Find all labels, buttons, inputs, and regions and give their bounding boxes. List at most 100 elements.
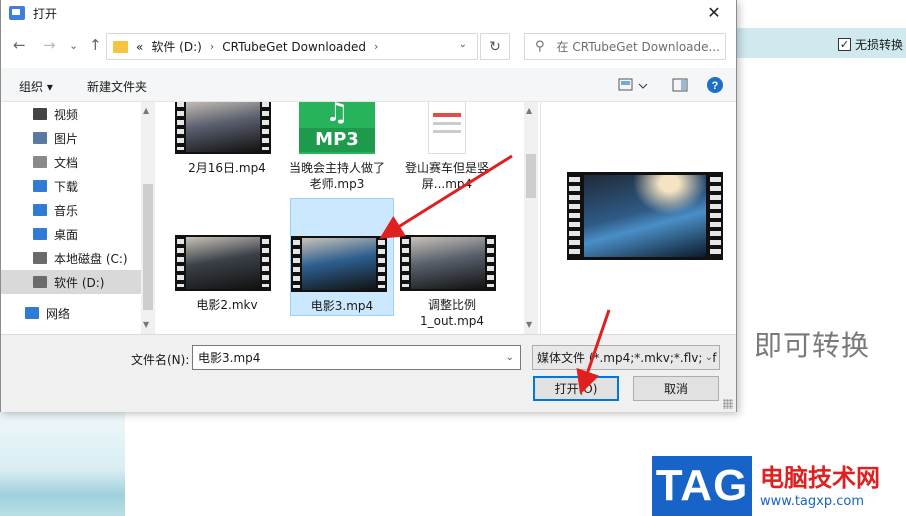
file-list-scroll-thumb[interactable] xyxy=(526,154,536,198)
file-item[interactable]: ♫ MP3 当晚会主持人做了老师.mp3 xyxy=(285,102,389,206)
sidebar-item[interactable]: 桌面 xyxy=(1,222,141,246)
file-type-filter[interactable]: 媒体文件 (*.mp4;*.mkv;*.flv;*.f ⌄ xyxy=(532,345,720,370)
chevron-down-icon[interactable]: ⌄ xyxy=(702,352,713,363)
file-item[interactable]: 登山赛车但是竖屏...mp4 xyxy=(395,102,499,206)
sidebar-item[interactable]: 图片 xyxy=(1,126,141,150)
chevron-down-icon[interactable]: ⌄ xyxy=(506,352,514,363)
image-file-icon xyxy=(428,102,466,154)
dialog-footer: 文件名(N): 电影3.mp4 ⌄ 媒体文件 (*.mp4;*.mkv;*.fl… xyxy=(1,334,736,412)
preview-video-thumbnail xyxy=(567,172,723,260)
video-thumbnail-icon xyxy=(175,235,279,291)
file-type-filter-value: 媒体文件 (*.mp4;*.mkv;*.flv;*.f xyxy=(537,351,717,365)
watermark-text: 电脑技术网 www.tagxp.com xyxy=(752,456,906,516)
scroll-up-icon[interactable]: ▲ xyxy=(526,106,532,115)
file-name: 电影3.mp4 xyxy=(310,299,374,313)
sidebar-item-label: 软件 (D:) xyxy=(54,275,105,290)
chevron-down-icon[interactable]: ⌄ xyxy=(459,39,467,50)
address-bar[interactable]: « 软件 (D:) › CRTubeGet Downloaded › ⌄ xyxy=(106,33,478,60)
file-list: 2月16日.mp4 ♫ MP3 当晚会主持人做了老师.mp3 登山赛车但是竖屏...mp… xyxy=(157,102,540,334)
search-placeholder: 在 CRTubeGet Downloade... xyxy=(556,40,720,54)
search-box[interactable]: ⚲ 在 CRTubeGet Downloade... xyxy=(524,33,726,60)
file-name: 调整比例1_out.mp4 xyxy=(419,298,485,328)
music-icon xyxy=(33,204,47,216)
chevron-right-icon[interactable]: › xyxy=(374,40,378,53)
video-thumbnail-icon xyxy=(175,102,279,154)
filename-value[interactable]: 电影3.mp4 xyxy=(198,349,260,366)
breadcrumb-drive[interactable]: 软件 (D:) xyxy=(151,38,201,55)
sidebar-item[interactable]: 本地磁盘 (C:) xyxy=(1,246,141,270)
file-name: 2月16日.mp4 xyxy=(188,161,266,175)
background-image-strip xyxy=(0,412,125,516)
preview-pane-icon[interactable] xyxy=(672,78,688,95)
file-item[interactable]: 电影3.mp4 xyxy=(290,198,394,316)
file-name: 登山赛车但是竖屏...mp4 xyxy=(404,161,489,191)
command-toolbar: 组织 ▾ 新建文件夹 ? xyxy=(1,68,736,102)
file-item[interactable]: 调整比例1_out.mp4 xyxy=(400,198,504,328)
svg-text:?: ? xyxy=(712,80,719,92)
sidebar-item[interactable]: 软件 (D:) xyxy=(1,270,141,294)
filename-label: 文件名(N): xyxy=(131,353,190,367)
organize-label: 组织 xyxy=(19,80,44,94)
picture-icon xyxy=(33,132,47,144)
audio-file-icon: ♫ MP3 xyxy=(299,102,375,154)
recent-locations-icon[interactable]: ⌄ xyxy=(69,39,78,52)
navigation-bar: ← → ⌄ ↑ « 软件 (D:) › CRTubeGet Downloaded… xyxy=(1,26,736,68)
sidebar-item[interactable]: 文档 xyxy=(1,150,141,174)
sidebar-item[interactable]: 下载 xyxy=(1,174,141,198)
watermark-logo: TAG 电脑技术网 www.tagxp.com xyxy=(652,456,906,516)
sidebar-item-label: 视频 xyxy=(54,107,79,122)
sidebar-item-label: 图片 xyxy=(54,131,79,146)
scroll-up-icon[interactable]: ▲ xyxy=(143,106,149,115)
forward-arrow-icon[interactable]: → xyxy=(43,36,56,54)
file-name: 电影2.mkv xyxy=(196,298,258,312)
document-icon xyxy=(33,156,47,168)
breadcrumb-overflow[interactable]: « xyxy=(136,40,143,54)
network-icon xyxy=(25,307,39,319)
close-icon[interactable]: ✕ xyxy=(696,0,732,24)
organize-button[interactable]: 组织 ▾ xyxy=(19,78,53,95)
scroll-down-icon[interactable]: ▼ xyxy=(526,320,532,329)
watermark-brand: TAG xyxy=(652,456,752,516)
up-arrow-icon[interactable]: ↑ xyxy=(89,36,102,54)
breadcrumb-folder[interactable]: CRTubeGet Downloaded xyxy=(222,40,366,54)
sidebar-item-label: 桌面 xyxy=(54,227,79,242)
sidebar-item[interactable]: 视频 xyxy=(1,102,141,126)
sidebar-item[interactable]: 网络 xyxy=(1,301,141,325)
navigation-pane: 视频图片文档下载 音乐桌面本地磁盘 (C:) 软件 (D:) 网络 ▲ ▼ xyxy=(1,102,157,334)
back-arrow-icon[interactable]: ← xyxy=(13,36,26,54)
file-list-scrollbar[interactable]: ▲ ▼ xyxy=(524,102,538,334)
download-icon xyxy=(33,180,47,192)
video-thumbnail-icon xyxy=(400,235,504,291)
checkbox-label: 无损转换 xyxy=(855,38,904,52)
file-item[interactable]: 2月16日.mp4 xyxy=(175,102,279,206)
cancel-button[interactable]: 取消 xyxy=(633,376,719,401)
refresh-icon[interactable]: ↻ xyxy=(480,33,510,60)
lossless-convert-checkbox[interactable]: ✓ 无损转换 xyxy=(838,36,903,53)
dialog-title: 打开 xyxy=(33,6,58,21)
view-options-icon[interactable] xyxy=(618,78,648,95)
sidebar-scroll-thumb[interactable] xyxy=(143,184,153,310)
checkbox-box[interactable]: ✓ xyxy=(838,38,851,51)
sidebar-item-label: 文档 xyxy=(54,155,79,170)
convert-hint-text: 即可转换 xyxy=(754,329,871,362)
filename-input[interactable]: 电影3.mp4 ⌄ xyxy=(192,345,521,370)
open-button[interactable]: 打开(O) xyxy=(533,376,619,401)
app-icon xyxy=(9,6,25,20)
drive-icon xyxy=(33,276,47,288)
desktop-icon xyxy=(33,228,47,240)
drive-icon xyxy=(33,252,47,264)
help-icon[interactable]: ? xyxy=(706,76,724,97)
sidebar-scrollbar[interactable]: ▲ ▼ xyxy=(141,102,155,334)
file-item[interactable]: 电影2.mkv xyxy=(175,198,279,316)
chevron-right-icon[interactable]: › xyxy=(210,40,214,53)
folder-icon xyxy=(113,40,128,53)
watermark-url: www.tagxp.com xyxy=(760,493,864,509)
file-name: 当晚会主持人做了老师.mp3 xyxy=(288,161,385,191)
scroll-down-icon[interactable]: ▼ xyxy=(143,320,149,329)
watermark-site-name: 电脑技术网 xyxy=(760,463,880,492)
dialog-titlebar: 打开 ✕ xyxy=(1,0,736,26)
open-file-dialog: 打开 ✕ ← → ⌄ ↑ « 软件 (D:) › CRTubeGet Downl… xyxy=(0,0,737,412)
resize-grip-icon[interactable] xyxy=(723,399,733,409)
sidebar-item[interactable]: 音乐 xyxy=(1,198,141,222)
new-folder-button[interactable]: 新建文件夹 xyxy=(87,78,147,95)
